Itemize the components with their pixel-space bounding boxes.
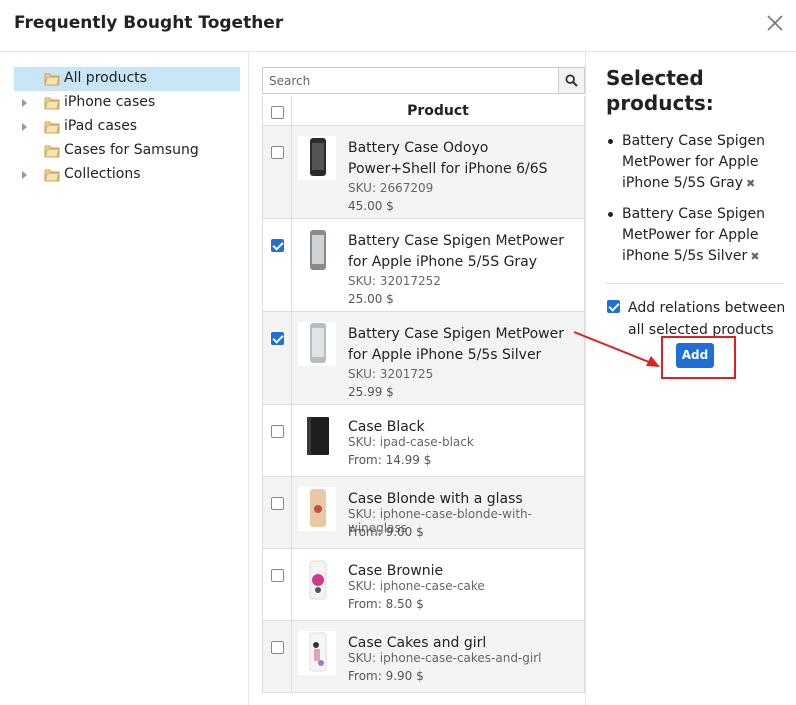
- search-button[interactable]: [558, 68, 584, 93]
- tree-item-label: iPad cases: [64, 118, 138, 134]
- expand-arrow-icon[interactable]: [22, 123, 27, 131]
- dialog-header: Frequently Bought Together: [0, 0, 796, 52]
- tree-item-label: iPhone cases: [64, 94, 156, 110]
- tree-item-all-products[interactable]: All products: [14, 67, 240, 91]
- product-thumbnail: [298, 322, 336, 366]
- product-price: From: 9.90 $: [348, 669, 424, 683]
- products-panel: Product Battery Case Odoyo Power+Shell f…: [248, 52, 586, 705]
- annotation-arrow: [573, 331, 660, 367]
- product-sku: SKU: iphone-case-cake: [348, 579, 485, 593]
- product-name[interactable]: Battery Case Odoyo Power+Shell for iPhon…: [348, 138, 576, 180]
- divider: [606, 283, 784, 284]
- product-sku: SKU: 2667209: [348, 181, 434, 195]
- row-checkbox[interactable]: [271, 332, 284, 345]
- expand-arrow-icon[interactable]: [22, 99, 27, 107]
- table-row[interactable]: Case Black SKU: ipad-case-black From: 14…: [263, 405, 584, 477]
- tree-item-collections[interactable]: Collections: [14, 163, 240, 187]
- table-row[interactable]: Battery Case Spigen MetPower for Apple i…: [263, 219, 584, 312]
- product-price: From: 8.50 $: [348, 597, 424, 611]
- selected-product-name: Battery Case Spigen MetPower for Apple i…: [622, 206, 766, 264]
- folder-icon: [44, 145, 60, 158]
- select-all-checkbox[interactable]: [271, 106, 284, 119]
- table-row[interactable]: Case Brownie SKU: iphone-case-cake From:…: [263, 549, 584, 621]
- search-box: [262, 67, 585, 94]
- table-row[interactable]: Case Blonde with a glass SKU: iphone-cas…: [263, 477, 584, 549]
- remove-icon[interactable]: ✖: [746, 173, 755, 194]
- product-thumbnail: [298, 415, 336, 459]
- table-row[interactable]: Battery Case Odoyo Power+Shell for iPhon…: [263, 126, 584, 219]
- row-checkbox[interactable]: [271, 569, 284, 582]
- tree-item-cases-for-samsung[interactable]: Cases for Samsung: [14, 139, 240, 163]
- tree-item-iphone-cases[interactable]: iPhone cases: [14, 91, 240, 115]
- tree-item-label: Cases for Samsung: [64, 142, 199, 158]
- product-price: From: 9.00 $: [348, 525, 424, 539]
- tree-item-label: All products: [64, 70, 147, 86]
- folder-icon: [44, 169, 60, 182]
- product-price: 25.99 $: [348, 385, 394, 399]
- row-checkbox[interactable]: [271, 146, 284, 159]
- product-sku: SKU: 32017252: [348, 274, 441, 288]
- row-checkbox[interactable]: [271, 497, 284, 510]
- product-thumbnail: [298, 559, 336, 603]
- folder-icon: [44, 121, 60, 134]
- table-header: Product: [263, 96, 584, 126]
- product-thumbnail: [298, 487, 336, 531]
- row-checkbox[interactable]: [271, 425, 284, 438]
- product-name[interactable]: Battery Case Spigen MetPower for Apple i…: [348, 324, 576, 366]
- products-table: Product Battery Case Odoyo Power+Shell f…: [262, 96, 585, 693]
- product-price: 45.00 $: [348, 199, 394, 213]
- selected-products-title: Selected products:: [606, 66, 714, 115]
- product-sku: SKU: 3201725: [348, 367, 434, 381]
- column-header-product: Product: [291, 96, 584, 126]
- close-icon[interactable]: [764, 12, 786, 34]
- tree-item-label: Collections: [64, 166, 141, 182]
- table-row[interactable]: Case Cakes and girl SKU: iphone-case-cak…: [263, 621, 584, 693]
- dialog-title: Frequently Bought Together: [14, 13, 284, 33]
- product-thumbnail: [298, 136, 336, 180]
- expand-arrow-icon[interactable]: [22, 171, 27, 179]
- remove-icon[interactable]: ✖: [750, 246, 759, 267]
- product-sku: SKU: iphone-case-cakes-and-girl: [348, 651, 542, 665]
- row-checkbox[interactable]: [271, 641, 284, 654]
- search-icon: [565, 74, 578, 87]
- product-thumbnail: [298, 229, 336, 273]
- product-thumbnail: [298, 631, 336, 675]
- tree-item-ipad-cases[interactable]: iPad cases: [14, 115, 240, 139]
- add-button[interactable]: Add: [676, 343, 714, 368]
- folder-icon: [44, 73, 60, 86]
- selected-products-list: Battery Case Spigen MetPower for Apple i…: [606, 131, 786, 277]
- selected-product-name: Battery Case Spigen MetPower for Apple i…: [622, 133, 766, 191]
- row-checkbox[interactable]: [271, 239, 284, 252]
- product-price: 25.00 $: [348, 292, 394, 306]
- search-input[interactable]: [263, 68, 559, 93]
- category-tree: All products iPhone cases iPad cases Cas…: [14, 67, 240, 187]
- selected-product-item: Battery Case Spigen MetPower for Apple i…: [606, 204, 786, 267]
- folder-icon: [44, 97, 60, 110]
- add-relations-checkbox[interactable]: [607, 300, 620, 313]
- selected-product-item: Battery Case Spigen MetPower for Apple i…: [606, 131, 786, 194]
- product-price: From: 14.99 $: [348, 453, 432, 467]
- product-sku: SKU: ipad-case-black: [348, 435, 474, 449]
- product-name[interactable]: Battery Case Spigen MetPower for Apple i…: [348, 231, 576, 273]
- table-row[interactable]: Battery Case Spigen MetPower for Apple i…: [263, 312, 584, 405]
